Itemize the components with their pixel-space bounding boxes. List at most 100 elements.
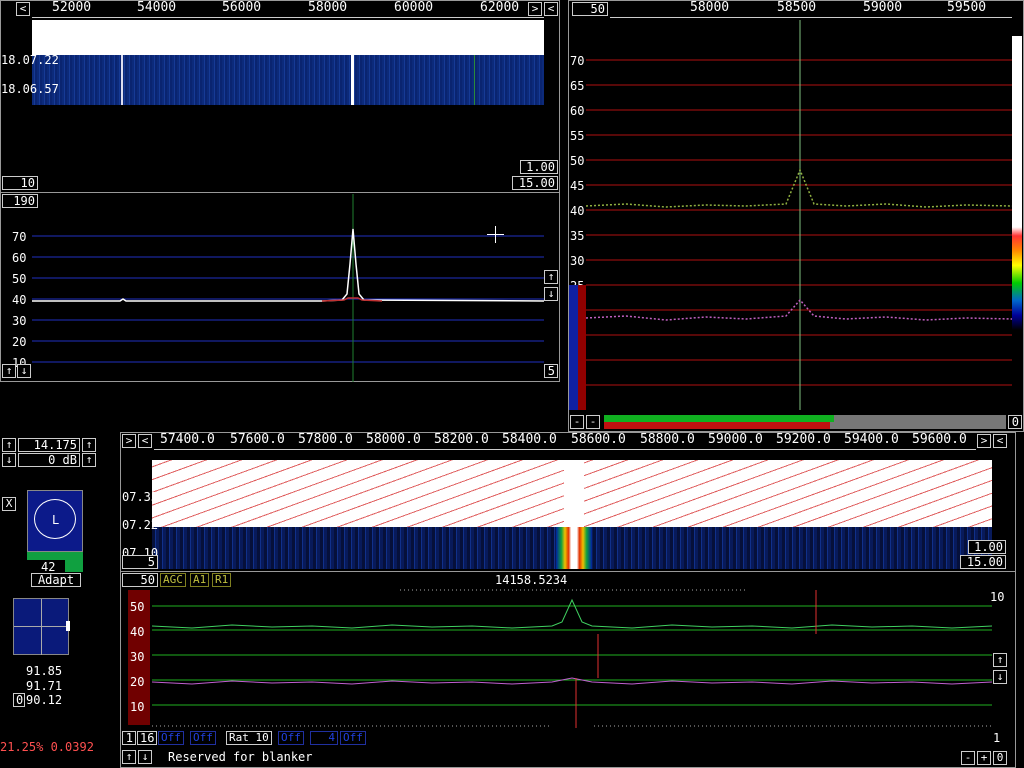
- a1-toggle[interactable]: A1: [190, 573, 210, 587]
- off-toggle[interactable]: Off: [340, 731, 366, 745]
- wide-spectrum-graph[interactable]: [32, 194, 544, 382]
- freq-label: 59000.0: [708, 432, 763, 447]
- gain-down-button[interactable]: ↓: [2, 453, 16, 467]
- close-button[interactable]: X: [2, 497, 16, 511]
- scroll-left-button[interactable]: <: [16, 2, 30, 16]
- freq-label: 58000: [308, 0, 348, 15]
- gain-box[interactable]: 1.00: [520, 160, 558, 174]
- readout: 91.71: [26, 679, 63, 693]
- range-box[interactable]: 15.00: [512, 176, 558, 190]
- arrow-down-button[interactable]: ↓: [993, 670, 1007, 684]
- arrow-up-button[interactable]: ↑: [993, 653, 1007, 667]
- range-box[interactable]: 15.00: [960, 555, 1006, 569]
- freq-label: 56000: [222, 0, 262, 15]
- scroll-right-button[interactable]: >: [122, 434, 136, 448]
- db-label: 50: [130, 600, 145, 614]
- bottom-box-1[interactable]: 1: [122, 731, 136, 745]
- scroll-left-button-2[interactable]: <: [993, 434, 1007, 448]
- position-pad[interactable]: [13, 598, 70, 655]
- db-label: 50: [12, 272, 27, 286]
- db-label: 30: [570, 254, 585, 268]
- s-meter: L: [27, 490, 83, 552]
- gain-up-button[interactable]: ↑: [82, 453, 96, 467]
- freq-scale: 52000 54000 56000 58000 60000 62000: [32, 0, 544, 18]
- baseband-level-box[interactable]: 50: [572, 2, 608, 16]
- time-label: 18.07.22: [1, 53, 59, 67]
- agc-toggle[interactable]: AGC: [160, 573, 186, 587]
- zero-button[interactable]: 0: [993, 751, 1007, 765]
- db-label: 10: [130, 700, 145, 714]
- arrow-up-button[interactable]: ↑: [2, 364, 16, 378]
- arrow-down-button[interactable]: ↓: [17, 364, 31, 378]
- signal-trace: [152, 598, 992, 629]
- minus-button-2[interactable]: -: [586, 415, 600, 429]
- waterfall-left-box[interactable]: 5: [122, 555, 158, 569]
- s-meter-letter: L: [52, 513, 60, 527]
- level-box[interactable]: 50: [122, 573, 158, 587]
- zero-box[interactable]: 0: [1008, 415, 1022, 429]
- pad-marker: [66, 621, 70, 631]
- frequency-box[interactable]: 14.175: [18, 438, 80, 452]
- freq-label: 58600.0: [571, 432, 626, 447]
- freq-up-button[interactable]: ↑: [2, 438, 16, 452]
- tx-level-red: [604, 422, 830, 429]
- freq-label: 62000: [480, 0, 520, 15]
- gain-box[interactable]: 1.00: [968, 540, 1006, 554]
- arrow-up-button[interactable]: ↑: [544, 270, 558, 284]
- db-label: 70: [12, 230, 27, 244]
- meter-bar: [27, 552, 83, 560]
- freq-label: 59600.0: [912, 432, 967, 447]
- right-number: 10: [990, 590, 1005, 604]
- value-toggle[interactable]: 4: [310, 731, 338, 745]
- waterfall-display[interactable]: [32, 55, 544, 105]
- gain-box[interactable]: 0 dB: [18, 453, 80, 467]
- freq-scale-line: [154, 449, 976, 450]
- db-label: 50: [570, 154, 585, 168]
- rate-box[interactable]: Rat 10: [226, 731, 272, 745]
- db-label: 40: [570, 204, 585, 218]
- zero-button[interactable]: 0: [13, 693, 25, 707]
- off-toggle[interactable]: Off: [190, 731, 216, 745]
- scroll-left-button[interactable]: <: [138, 434, 152, 448]
- waterfall-blank: [32, 20, 544, 55]
- off-toggle[interactable]: Off: [278, 731, 304, 745]
- arrow-up-button[interactable]: ↑: [122, 750, 136, 764]
- arrow-down-button[interactable]: ↓: [544, 287, 558, 301]
- scroll-left-button-2[interactable]: <: [544, 2, 558, 16]
- minus-button[interactable]: -: [961, 751, 975, 765]
- tx-level-green: [604, 415, 834, 422]
- waterfall-left-box[interactable]: 10: [2, 176, 38, 190]
- narrow-spectrum-graph[interactable]: [152, 588, 992, 728]
- bottom-right-box[interactable]: 5: [544, 364, 558, 378]
- freq-label: 58000: [690, 0, 730, 15]
- baseband-spectrum-graph[interactable]: [586, 20, 1012, 410]
- meter-value: 42: [41, 560, 56, 574]
- db-label: 35: [570, 229, 585, 243]
- r1-toggle[interactable]: R1: [212, 573, 232, 587]
- time-label: 07.35: [122, 490, 159, 504]
- plus-button[interactable]: +: [977, 751, 991, 765]
- db-label: 60: [12, 251, 27, 265]
- grid-lines: [586, 59, 1012, 386]
- pad-h-line: [14, 626, 70, 627]
- freq-scale-line: [32, 17, 544, 18]
- off-toggle[interactable]: Off: [158, 731, 184, 745]
- db-label: 70: [570, 54, 585, 68]
- freq-up-button-2[interactable]: ↑: [82, 438, 96, 452]
- bottom-box-2[interactable]: 16: [137, 731, 157, 745]
- cpu-text: 21.25% 0.0392: [0, 740, 94, 754]
- color-scale-bar: [1012, 36, 1022, 330]
- freq-label: 58200.0: [434, 432, 489, 447]
- crosshair-cursor-v: [495, 226, 496, 243]
- bottom-right-number: 1: [993, 731, 1001, 745]
- freq-scale-line: [610, 17, 1012, 18]
- level-bar-red: [578, 285, 586, 410]
- freq-label: 60000: [394, 0, 434, 15]
- minus-button[interactable]: -: [570, 415, 584, 429]
- scroll-right-button-2[interactable]: >: [977, 434, 991, 448]
- freq-label: 58000.0: [366, 432, 421, 447]
- level-bar-blue: [569, 285, 578, 410]
- signal-trace-waterfall: [556, 527, 592, 569]
- adapt-button[interactable]: Adapt: [31, 573, 81, 587]
- arrow-down-button[interactable]: ↓: [138, 750, 152, 764]
